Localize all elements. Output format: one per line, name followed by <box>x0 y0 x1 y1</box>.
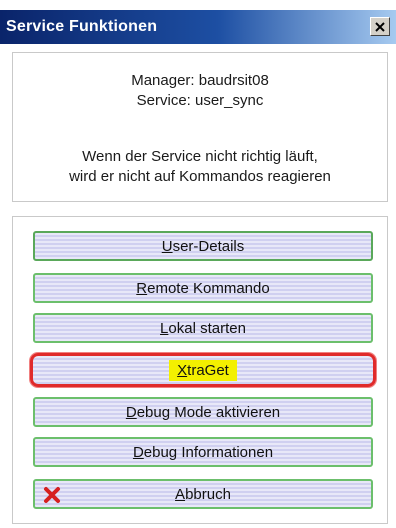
manager-label: Manager: baudrsit08 <box>131 72 269 89</box>
action-button-panel: User-Details Remote Kommando Lokal start… <box>12 216 388 524</box>
hint-text-line-1: Wenn der Service nicht richtig läuft, <box>82 148 318 165</box>
close-icon <box>375 21 385 32</box>
service-funktionen-dialog: Service Funktionen Manager: baudrsit08 S… <box>0 0 396 528</box>
lokal-starten-label: Lokal starten <box>160 319 246 337</box>
xtraget-button[interactable]: XtraGet <box>30 353 376 387</box>
abbruch-label: Abbruch <box>175 485 231 503</box>
user-details-button[interactable]: User-Details <box>33 231 373 261</box>
window-title: Service Funktionen <box>6 18 158 35</box>
user-details-label: User-Details <box>161 237 245 255</box>
xtraget-label: XtraGet <box>169 359 237 381</box>
debug-mode-label: Debug Mode aktivieren <box>125 403 281 421</box>
red-x-icon <box>44 487 60 503</box>
title-bar[interactable]: Service Funktionen <box>0 10 396 44</box>
debug-mode-button[interactable]: Debug Mode aktivieren <box>33 397 373 427</box>
abbruch-button[interactable]: Abbruch <box>33 479 373 509</box>
lokal-starten-button[interactable]: Lokal starten <box>33 313 373 343</box>
debug-informationen-label: Debug Informationen <box>132 443 274 461</box>
service-label: Service: user_sync <box>136 92 264 109</box>
remote-kommando-label: Remote Kommando <box>136 279 270 297</box>
service-info-panel: Manager: baudrsit08 Service: user_sync W… <box>12 52 388 202</box>
remote-kommando-button[interactable]: Remote Kommando <box>33 273 373 303</box>
close-button[interactable] <box>370 17 390 36</box>
debug-informationen-button[interactable]: Debug Informationen <box>33 437 373 467</box>
hint-text-line-2: wird er nicht auf Kommandos reagieren <box>69 168 331 185</box>
